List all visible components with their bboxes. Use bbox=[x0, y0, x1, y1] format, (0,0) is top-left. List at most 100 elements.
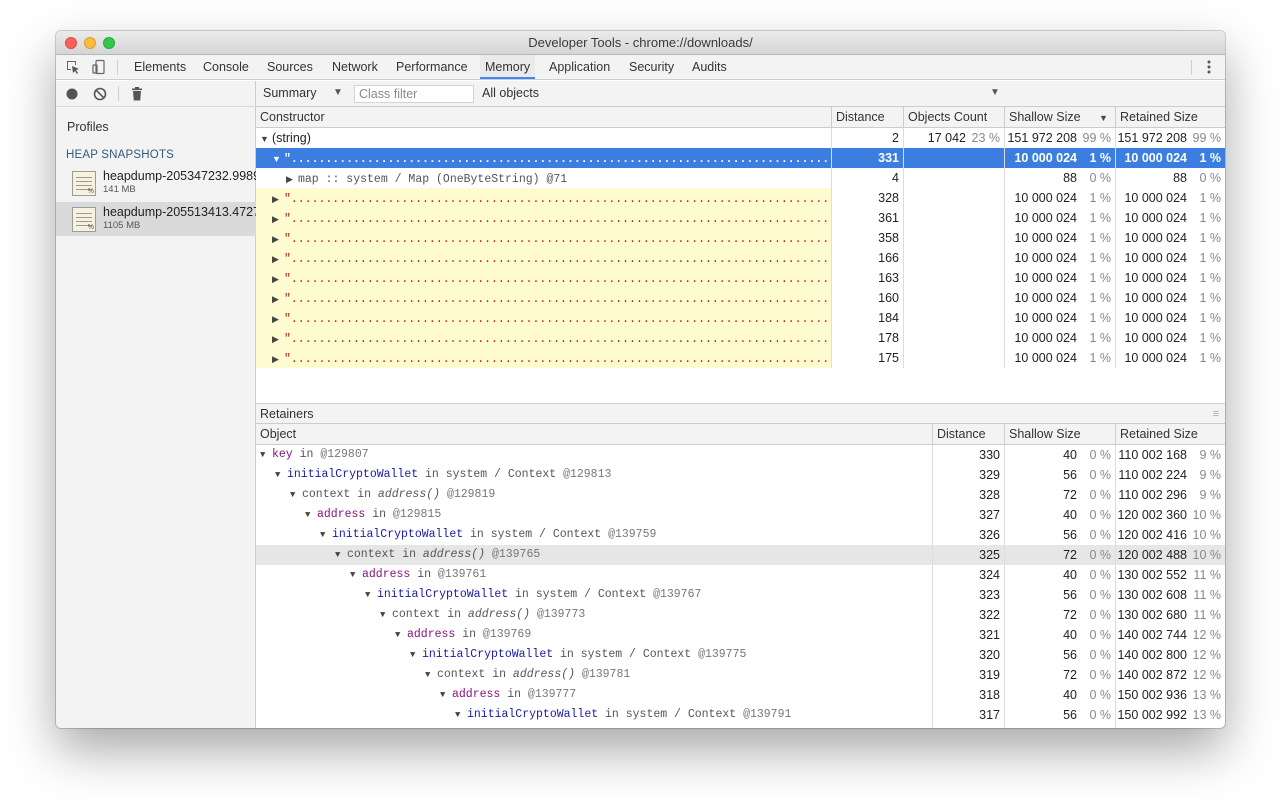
trash-icon[interactable] bbox=[129, 86, 145, 102]
expanded-arrow-icon[interactable]: ▼ bbox=[425, 665, 437, 685]
table-row[interactable]: ▶ "......................................… bbox=[256, 348, 1225, 368]
col-constructor[interactable]: Constructor bbox=[256, 107, 831, 128]
shallow-size-percent: 1 % bbox=[1089, 291, 1111, 305]
tab-memory[interactable]: Memory bbox=[480, 55, 536, 79]
collapsed-arrow-icon[interactable]: ▶ bbox=[272, 289, 284, 308]
record-icon[interactable] bbox=[64, 86, 80, 102]
collapsed-arrow-icon[interactable]: ▶ bbox=[272, 209, 284, 228]
snapshot-item[interactable]: % heapdump-205347232.9989 141 MB bbox=[56, 166, 256, 200]
table-row[interactable]: ▼ initialCryptoWallet in system / Context… bbox=[256, 645, 1225, 665]
distance-value: 331 bbox=[878, 151, 899, 165]
table-row[interactable]: ▼ address in @139761 324 40 0 % 130 002 552 11… bbox=[256, 565, 1225, 585]
collapsed-arrow-icon[interactable]: ▶ bbox=[272, 309, 284, 328]
collapsed-arrow-icon[interactable]: ▶ bbox=[286, 169, 298, 188]
panel-resize-handle-icon[interactable]: ≡ bbox=[1213, 404, 1219, 424]
expanded-arrow-icon[interactable]: ▼ bbox=[272, 149, 284, 168]
table-row[interactable]: ▼ address in @139769 321 40 0 % 140 002 744 12… bbox=[256, 625, 1225, 645]
table-row[interactable]: ▼ initialCryptoWallet in system / Context… bbox=[256, 585, 1225, 605]
distance-value: 329 bbox=[979, 468, 1000, 482]
collapsed-arrow-icon[interactable]: ▶ bbox=[272, 269, 284, 288]
collapsed-arrow-icon[interactable]: ▶ bbox=[272, 329, 284, 348]
shallow-size: 10 000 024 1 % bbox=[1004, 248, 1115, 268]
tab-elements[interactable]: Elements bbox=[129, 55, 191, 79]
objects-select[interactable]: All objects bbox=[482, 86, 539, 100]
col-object[interactable]: Object bbox=[256, 424, 932, 445]
table-row[interactable]: ▶ "......................................… bbox=[256, 208, 1225, 228]
distance: 326 bbox=[932, 525, 1004, 545]
tab-console[interactable]: Console bbox=[198, 55, 254, 79]
expanded-arrow-icon[interactable]: ▼ bbox=[275, 465, 287, 485]
expanded-arrow-icon[interactable]: ▼ bbox=[260, 445, 272, 465]
expanded-arrow-icon[interactable]: ▼ bbox=[305, 505, 317, 525]
table-row[interactable]: ▼ initialCryptoWallet in system / Context… bbox=[256, 525, 1225, 545]
view-select[interactable]: Summary bbox=[263, 86, 316, 100]
retained-size-value: 120 002 416 bbox=[1117, 528, 1187, 542]
table-row[interactable]: ▶ "......................................… bbox=[256, 248, 1225, 268]
table-row[interactable]: ▶ map :: system / Map (OneByteString) @71… bbox=[256, 168, 1225, 188]
table-row[interactable]: ▼context in address() @139797316720 %150… bbox=[256, 725, 1225, 728]
table-row[interactable]: ▼ context in address() @139773 322 72 0 % 130… bbox=[256, 605, 1225, 625]
collapsed-arrow-icon[interactable]: ▶ bbox=[272, 249, 284, 268]
col-distance[interactable]: Distance bbox=[932, 424, 1004, 445]
expanded-arrow-icon[interactable]: ▼ bbox=[335, 545, 347, 565]
expanded-arrow-icon[interactable]: ▼ bbox=[365, 585, 377, 605]
table-row[interactable]: ▼ (string) 2 17 042 23 % 151 972 208 99 % 151 9… bbox=[256, 128, 1225, 148]
tab-security[interactable]: Security bbox=[624, 55, 679, 79]
collapsed-arrow-icon[interactable]: ▶ bbox=[272, 349, 284, 368]
col-retained-size[interactable]: Retained Size bbox=[1115, 107, 1225, 128]
tab-sources[interactable]: Sources bbox=[262, 55, 318, 79]
col-objects-count[interactable]: Objects Count bbox=[903, 107, 1004, 128]
view-select-arrow-icon[interactable]: ▼ bbox=[333, 87, 343, 98]
expanded-arrow-icon[interactable]: ▼ bbox=[410, 645, 422, 665]
shallow-size-value: 72 bbox=[1063, 608, 1077, 622]
table-row[interactable]: ▼ initialCryptoWallet in system / Context… bbox=[256, 705, 1225, 725]
tab-audits[interactable]: Audits bbox=[687, 55, 732, 79]
maximize-window-button[interactable] bbox=[103, 37, 115, 49]
snapshot-item[interactable]: % heapdump-205513413.4727 1105 MB bbox=[56, 202, 256, 236]
table-row[interactable]: ▼ initialCryptoWallet in system / Context… bbox=[256, 465, 1225, 485]
collapsed-arrow-icon[interactable]: ▶ bbox=[272, 189, 284, 208]
tab-network[interactable]: Network bbox=[327, 55, 383, 79]
table-row[interactable]: ▼ address in @139777 318 40 0 % 150 002 936 13… bbox=[256, 685, 1225, 705]
clear-icon[interactable] bbox=[92, 86, 108, 102]
distance-value: 323 bbox=[979, 588, 1000, 602]
col-shallow-size[interactable]: Shallow Size bbox=[1004, 424, 1115, 445]
retainer-name: address bbox=[317, 508, 366, 521]
table-row[interactable]: ▶ "......................................… bbox=[256, 268, 1225, 288]
expanded-arrow-icon[interactable]: ▼ bbox=[440, 685, 452, 705]
table-row[interactable]: ▼ key in @129807 330 40 0 % 110 002 168 9 % bbox=[256, 445, 1225, 465]
kebab-menu-icon[interactable] bbox=[1201, 59, 1217, 75]
table-row[interactable]: ▶ "......................................… bbox=[256, 228, 1225, 248]
collapsed-arrow-icon[interactable]: ▶ bbox=[272, 229, 284, 248]
tab-performance[interactable]: Performance bbox=[391, 55, 473, 79]
minimize-window-button[interactable] bbox=[84, 37, 96, 49]
close-window-button[interactable] bbox=[65, 37, 77, 49]
col-distance[interactable]: Distance bbox=[831, 107, 903, 128]
table-row[interactable]: ▼ context in address() @129819 328 72 0 % 110… bbox=[256, 485, 1225, 505]
table-row[interactable]: ▼ "......................................… bbox=[256, 148, 1225, 168]
expanded-arrow-icon[interactable]: ▼ bbox=[470, 725, 482, 728]
expanded-arrow-icon[interactable]: ▼ bbox=[455, 705, 467, 725]
objects-select-arrow-icon[interactable]: ▼ bbox=[990, 87, 1000, 98]
table-row[interactable]: ▼ address in @129815 327 40 0 % 120 002 360 10… bbox=[256, 505, 1225, 525]
expanded-arrow-icon[interactable]: ▼ bbox=[320, 525, 332, 545]
distance: 324 bbox=[932, 565, 1004, 585]
expanded-arrow-icon[interactable]: ▼ bbox=[395, 625, 407, 645]
expanded-arrow-icon[interactable]: ▼ bbox=[350, 565, 362, 585]
table-row[interactable]: ▶ "......................................… bbox=[256, 328, 1225, 348]
table-row[interactable]: ▶ "......................................… bbox=[256, 308, 1225, 328]
class-filter-input[interactable] bbox=[354, 85, 474, 103]
col-retained-size[interactable]: Retained Size bbox=[1115, 424, 1225, 445]
device-toolbar-icon[interactable] bbox=[91, 59, 107, 75]
table-row[interactable]: ▼ context in address() @139765 325 72 0 % 120… bbox=[256, 545, 1225, 565]
expanded-arrow-icon[interactable]: ▼ bbox=[380, 605, 392, 625]
distance: 160 bbox=[831, 288, 903, 308]
table-row[interactable]: ▶ "......................................… bbox=[256, 288, 1225, 308]
tab-application[interactable]: Application bbox=[544, 55, 615, 79]
retainer-in: in bbox=[395, 548, 423, 561]
expanded-arrow-icon[interactable]: ▼ bbox=[260, 129, 272, 148]
table-row[interactable]: ▼ context in address() @139781 319 72 0 % 140… bbox=[256, 665, 1225, 685]
table-row[interactable]: ▶ "......................................… bbox=[256, 188, 1225, 208]
inspect-element-icon[interactable] bbox=[65, 59, 81, 75]
expanded-arrow-icon[interactable]: ▼ bbox=[290, 485, 302, 505]
